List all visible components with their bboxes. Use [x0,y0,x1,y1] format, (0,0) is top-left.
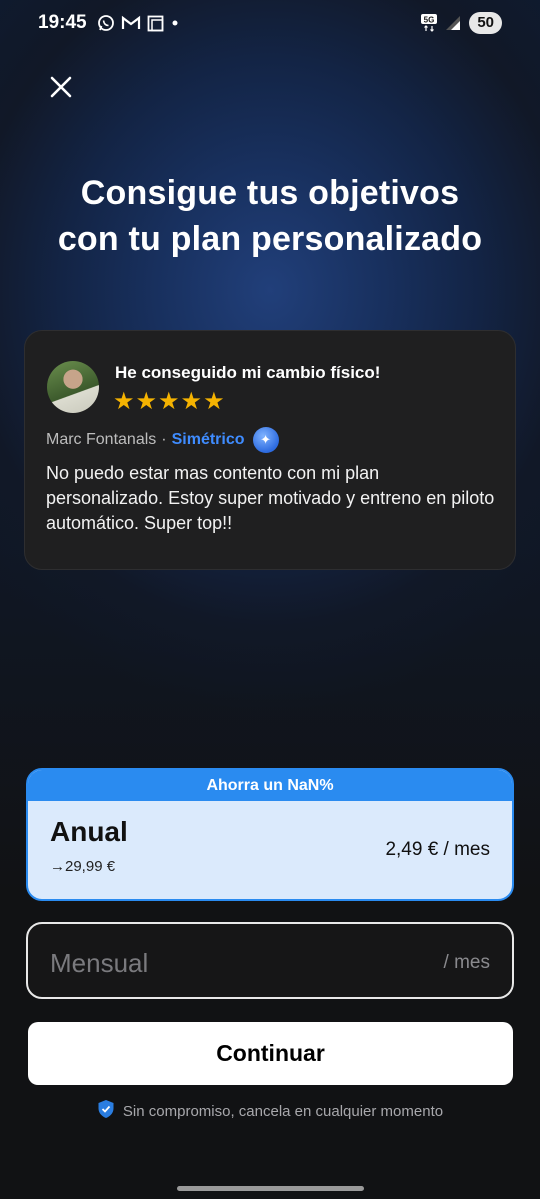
review-author-line: Marc Fontanals · Simétrico ✦ [46,427,279,453]
plan-annual-option[interactable]: Ahorra un NaN% Anual →29,99 € 2,49 € / m… [26,768,514,901]
plan-annual-total: →29,99 € [50,858,116,875]
gmail-icon [121,15,141,31]
whatsapp-icon [97,14,115,32]
page-title-line2: con tu plan personalizado [57,220,483,258]
review-author: Marc Fontanals [46,431,157,448]
reviewer-avatar [47,361,99,413]
dot-icon [170,18,180,28]
status-right: 5G 50 [421,12,502,34]
network-label: 5G [424,15,435,24]
network-5g-icon: 5G [421,14,438,32]
page-title: Consigue tus objetivos con tu plan perso… [20,170,520,262]
plan-monthly-name: Mensual [50,948,149,978]
no-commitment-note: Sin compromiso, cancela en cualquier mom… [0,1100,540,1122]
status-time: 19:45 [38,12,87,33]
savings-banner: Ahorra un NaN% [28,770,512,801]
plan-monthly-option[interactable]: Mensual / mes [26,922,514,999]
screenshot-icon [147,15,164,32]
review-separator: · [161,431,167,448]
no-commitment-text: Sin compromiso, cancela en cualquier mom… [122,1102,444,1120]
plan-annual-name: Anual [50,816,128,847]
signal-icon [445,15,461,31]
close-button[interactable] [44,72,78,106]
battery-indicator: 50 [469,12,502,34]
page-title-line1: Consigue tus objetivos [80,174,460,212]
review-body: No puedo estar mas contento con mi plan … [46,463,495,533]
status-left: 19:45 [38,12,180,34]
star-rating: ★★★★★ [113,388,226,415]
review-card: He conseguido mi cambio físico! ★★★★★ Ma… [24,330,516,570]
shield-check-icon [97,1099,115,1123]
review-tag: Simétrico [171,431,245,448]
review-title: He conseguido mi cambio físico! [115,363,381,382]
home-indicator[interactable] [177,1186,364,1191]
status-bar: 19:45 5G 50 [0,0,540,46]
plan-monthly-price: / mes [443,952,490,973]
sparkle-badge-icon: ✦ [252,427,279,453]
close-icon [49,75,73,104]
plan-annual-price: 2,49 € / mes [385,839,490,860]
continue-button[interactable]: Continuar [28,1022,513,1085]
